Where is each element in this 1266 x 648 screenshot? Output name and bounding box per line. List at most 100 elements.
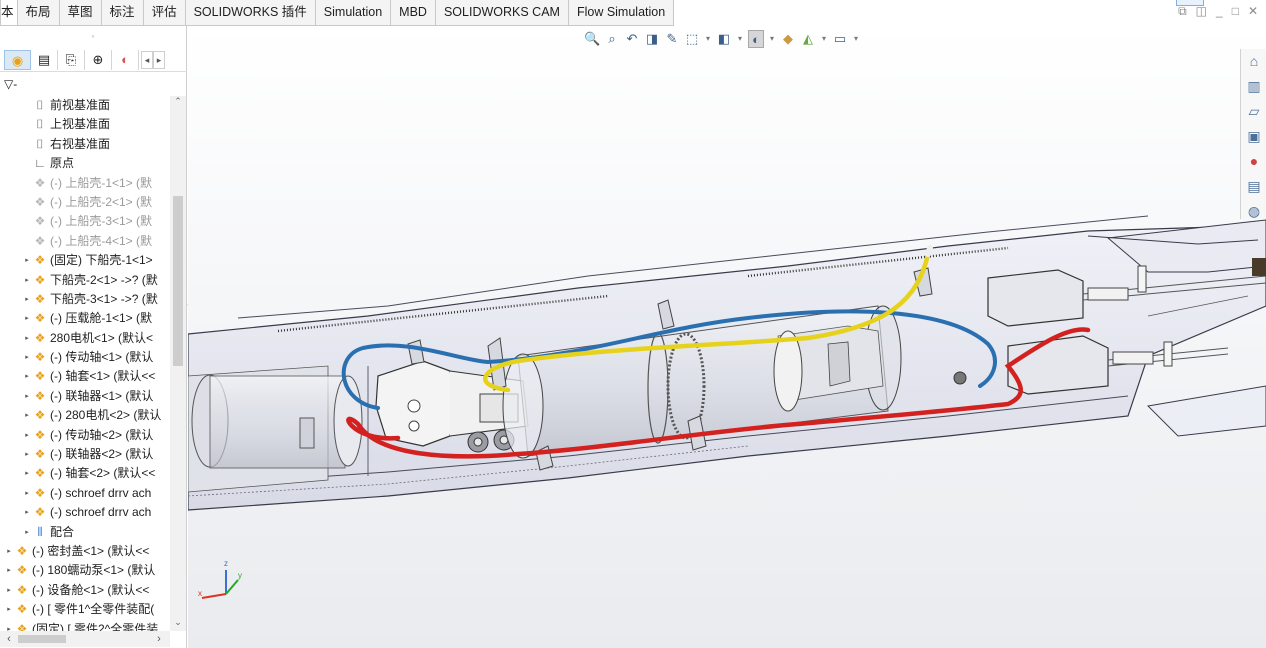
dimxpert-icon[interactable]: ⊕ — [85, 49, 112, 70]
tab-3[interactable]: 评估 — [142, 0, 186, 26]
expand-arrow-icon[interactable]: ▸ — [22, 367, 32, 386]
tab-scroll-left-icon[interactable]: ◂ — [141, 50, 153, 69]
tree-item[interactable]: ❖ (-) 上船壳-1<1> (默 — [0, 174, 170, 193]
chevron-down-icon[interactable]: ▾ — [768, 30, 776, 48]
tree-item[interactable]: ▸ ❖ (-) 压载舱-1<1> (默 — [0, 309, 170, 328]
expand-arrow-icon[interactable]: ▸ — [22, 445, 32, 464]
tree-item[interactable]: ∟ 原点 — [0, 154, 170, 173]
home-icon[interactable]: ⌂ — [1241, 49, 1266, 74]
expand-arrow-icon[interactable]: ▸ — [22, 484, 32, 503]
solidworks-forum-icon[interactable]: ◍ — [1241, 199, 1266, 224]
property-manager-icon[interactable]: ▤ — [31, 49, 58, 70]
tree-filter[interactable]: ▽- — [4, 74, 17, 94]
expand-arrow-icon[interactable]: ▸ — [22, 523, 32, 542]
edit-appearance-icon[interactable]: ◆ — [780, 30, 796, 48]
tab-7[interactable]: SOLIDWORKS CAM — [434, 0, 569, 26]
tree-item[interactable]: ❖ (-) 上船壳-4<1> (默 — [0, 232, 170, 251]
tab-5[interactable]: Simulation — [314, 0, 392, 26]
tree-item[interactable]: ⌷ 右视基准面 — [0, 135, 170, 154]
section-view-icon[interactable]: ◨ — [644, 30, 660, 48]
appearances-icon[interactable]: ● — [1241, 149, 1266, 174]
tree-item[interactable]: ▸ ❖ (-) 轴套<1> (默认<< — [0, 367, 170, 386]
tree-item[interactable]: ▸ ❖ (-) schroef drrv ach — [0, 484, 170, 503]
expand-arrow-icon[interactable]: ▸ — [22, 329, 32, 348]
scroll-right-icon[interactable]: › — [152, 631, 166, 647]
configuration-manager-icon[interactable]: ⎘ — [58, 49, 85, 70]
tree-item[interactable]: ▸ ❖ (-) 传动轴<1> (默认 — [0, 348, 170, 367]
chevron-down-icon[interactable]: ▾ — [820, 30, 828, 48]
tree-item[interactable]: ▸ ❖ (-) 设备舱<1> (默认<< — [0, 581, 170, 600]
expand-arrow-icon[interactable]: ▸ — [22, 348, 32, 367]
zoom-to-fit-icon[interactable]: 🔍 — [584, 30, 600, 48]
display-style-icon[interactable]: ◧ — [716, 30, 732, 48]
restore-icon[interactable]: ⧉ — [1178, 4, 1187, 19]
tab-2[interactable]: 标注 — [100, 0, 144, 26]
scroll-down-icon[interactable]: ⌄ — [170, 617, 186, 631]
tile-icon[interactable]: ◫ — [1196, 4, 1207, 19]
expand-arrow-icon[interactable]: ▸ — [22, 251, 32, 270]
expand-arrow-icon[interactable]: ▸ — [4, 542, 14, 561]
minimize-icon[interactable]: _ — [1216, 4, 1223, 19]
tree-item[interactable]: ▸ ⫴ 配合 — [0, 523, 170, 542]
hscroll-thumb[interactable] — [18, 635, 66, 643]
expand-arrow-icon[interactable]: ▸ — [22, 503, 32, 522]
chevron-down-icon[interactable]: ▾ — [704, 30, 712, 48]
tree-item[interactable]: ❖ (-) 上船壳-3<1> (默 — [0, 212, 170, 231]
tree-item[interactable]: ▸ ❖ (-) 联轴器<1> (默认 — [0, 387, 170, 406]
expand-arrow-icon[interactable]: ▸ — [22, 406, 32, 425]
tab-6[interactable]: MBD — [390, 0, 436, 26]
view-palette-icon[interactable]: ▣ — [1241, 124, 1266, 149]
apply-scene-icon[interactable]: ◭ — [800, 30, 816, 48]
tab-1[interactable]: 草图 — [58, 0, 102, 26]
view-settings-icon[interactable]: ▭ — [832, 30, 848, 48]
file-explorer-icon[interactable]: ▱ — [1241, 99, 1266, 124]
tree-item[interactable]: ▸ ❖ (-) 轴套<2> (默认<< — [0, 464, 170, 483]
close-icon[interactable]: ✕ — [1248, 4, 1258, 19]
tree-item[interactable]: ⌷ 前视基准面 — [0, 96, 170, 115]
expand-arrow-icon[interactable]: ▸ — [22, 290, 32, 309]
zoom-to-area-icon[interactable]: ⌕ — [604, 30, 620, 48]
tree-item[interactable]: ▸ ❖ (-) 180蠕动泵<1> (默认 — [0, 561, 170, 580]
rear-chamber[interactable] — [191, 374, 363, 469]
expand-arrow-icon[interactable]: ▸ — [4, 600, 14, 619]
scroll-thumb[interactable] — [173, 196, 183, 366]
view-orientation-icon[interactable]: ⬚ — [684, 30, 700, 48]
expand-arrow-icon[interactable]: ▸ — [22, 464, 32, 483]
tree-vertical-scrollbar[interactable]: ⌃ ⌄ — [170, 96, 186, 631]
tree-item[interactable]: ▸ ❖ 下船壳-3<1> ->? (默 — [0, 290, 170, 309]
expand-arrow-icon[interactable]: ▸ — [22, 387, 32, 406]
tree-item[interactable]: ▸ ❖ (-) 联轴器<2> (默认 — [0, 445, 170, 464]
tree-item[interactable]: ▸ ❖ (-) 密封盖<1> (默认<< — [0, 542, 170, 561]
scroll-up-icon[interactable]: ⌃ — [170, 96, 186, 110]
expand-arrow-icon[interactable]: ▸ — [4, 581, 14, 600]
tab-8[interactable]: Flow Simulation — [567, 0, 675, 26]
tab-partial[interactable]: 本 — [0, 0, 18, 26]
scroll-left-icon[interactable]: ‹ — [2, 631, 16, 647]
previous-view-icon[interactable]: ↶ — [624, 30, 640, 48]
expand-arrow-icon[interactable]: ▸ — [22, 309, 32, 328]
tree-item[interactable]: ▸ ❖ (固定) [ 零件2^全零件装 — [0, 620, 170, 631]
maximize-icon[interactable]: □ — [1232, 4, 1239, 19]
expand-arrow-icon[interactable]: ▸ — [22, 271, 32, 290]
tree-item[interactable]: ▸ ❖ (-) 传动轴<2> (默认 — [0, 426, 170, 445]
tree-item[interactable]: ⌷ 上视基准面 — [0, 115, 170, 134]
tab-4[interactable]: SOLIDWORKS 插件 — [184, 0, 316, 26]
feature-tree-icon[interactable]: ◉ — [4, 49, 31, 70]
tree-item[interactable]: ▸ ❖ 下船壳-2<1> ->? (默 — [0, 271, 170, 290]
tab-0[interactable]: 布局 — [16, 0, 60, 26]
tree-item[interactable]: ▸ ❖ (-) schroef drrv ach — [0, 503, 170, 522]
panel-grip[interactable]: ◦ — [0, 26, 186, 46]
custom-properties-icon[interactable]: ▤ — [1241, 174, 1266, 199]
expand-arrow-icon[interactable]: ▸ — [4, 620, 14, 631]
hide-show-icon[interactable]: ◐ — [748, 30, 764, 48]
tree-item[interactable]: ▸ ❖ 280电机<1> (默认< — [0, 329, 170, 348]
tab-scroll-right-icon[interactable]: ▸ — [153, 50, 165, 69]
tree-item[interactable]: ❖ (-) 上船壳-2<1> (默 — [0, 193, 170, 212]
tree-item[interactable]: ▸ ❖ (-) [ 零件1^全零件装配( — [0, 600, 170, 619]
expand-arrow-icon[interactable]: ▸ — [22, 426, 32, 445]
tree-item[interactable]: ▸ ❖ (固定) 下船壳-1<1> — [0, 251, 170, 270]
design-library-icon[interactable]: ▥ — [1241, 74, 1266, 99]
tree-item[interactable]: ▸ ❖ (-) 280电机<2> (默认 — [0, 406, 170, 425]
chevron-down-icon[interactable]: ▾ — [852, 30, 860, 48]
display-manager-icon[interactable]: ◐ — [112, 49, 139, 70]
